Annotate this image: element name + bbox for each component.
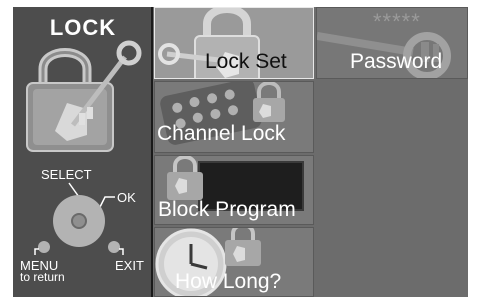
menu-item-channel-lock[interactable]: Channel Lock xyxy=(154,81,314,153)
menu-item-how-long[interactable]: How Long? xyxy=(154,227,314,297)
menu-hint-sublabel: to return xyxy=(20,270,65,284)
exit-hint-label: EXIT xyxy=(115,258,144,273)
menu-item-label: Lock Set xyxy=(205,50,287,73)
menu-item-block-program[interactable]: Block Program xyxy=(154,155,314,225)
lock-info-panel: LOCK SELECT OK MENU to return EXIT xyxy=(13,7,153,297)
menu-item-label: Password xyxy=(350,50,443,73)
padlock-key-icon xyxy=(26,40,142,152)
menu-item-lock-set[interactable]: Lock Set xyxy=(154,7,314,79)
panel-title: LOCK xyxy=(49,15,117,40)
password-mask: ***** xyxy=(373,9,421,34)
menu-item-password[interactable]: ***** Password xyxy=(316,7,468,79)
menu-item-label: How Long? xyxy=(175,270,282,293)
menu-item-label: Channel Lock xyxy=(157,122,286,145)
remote-guide: SELECT OK MENU to return EXIT xyxy=(13,167,153,295)
menu-item-label: Block Program xyxy=(158,198,296,221)
